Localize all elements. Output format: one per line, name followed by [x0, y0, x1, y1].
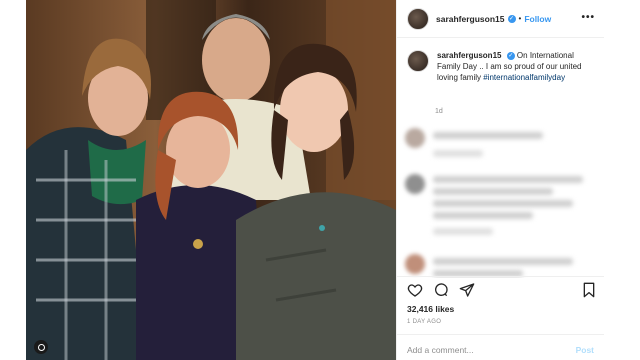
comment-divider: [397, 334, 605, 335]
blurred-avatar: [405, 254, 425, 274]
likes-count[interactable]: 32,416 likes: [407, 304, 454, 314]
blurred-text: [433, 258, 573, 265]
add-comment-input[interactable]: Add a comment...: [407, 345, 474, 355]
verified-badge-icon: ✓: [507, 14, 516, 23]
post-photo[interactable]: [26, 0, 396, 360]
comments-list[interactable]: [397, 122, 605, 278]
right-gutter: [604, 0, 640, 360]
blurred-text: [433, 212, 533, 219]
caption-username[interactable]: sarahferguson15: [437, 51, 501, 60]
share-icon[interactable]: [459, 282, 475, 298]
instagram-glyph-icon: [34, 340, 48, 354]
blurred-avatar: [405, 128, 425, 148]
post-comment-button[interactable]: Post: [576, 345, 594, 355]
bookmark-icon[interactable]: [581, 282, 597, 298]
more-options-icon[interactable]: •••: [581, 12, 595, 23]
comment-icon[interactable]: [433, 282, 449, 298]
family-photo-illustration: [26, 0, 396, 360]
follow-button[interactable]: Follow: [524, 14, 551, 24]
blurred-meta: [433, 228, 493, 235]
blurred-text: [433, 200, 573, 207]
caption-hashtag[interactable]: #internationalfamilyday: [483, 73, 565, 82]
post-sidebar: sarahferguson15 ✓ • Follow ••• sarahferg…: [396, 0, 605, 360]
author-username[interactable]: sarahferguson15: [436, 14, 505, 24]
caption-avatar[interactable]: [407, 50, 429, 72]
blurred-text: [433, 188, 553, 195]
caption-text: sarahferguson15 ✓ On International Famil…: [437, 50, 587, 83]
header-separator: •: [518, 14, 522, 23]
blurred-text: [433, 176, 583, 183]
post-header: sarahferguson15 ✓ • Follow •••: [397, 0, 605, 38]
post-timestamp: 1 DAY AGO: [407, 319, 442, 325]
verified-badge-icon: ✓: [506, 51, 515, 60]
post-caption: sarahferguson15 ✓ On International Famil…: [407, 50, 597, 83]
blurred-avatar: [405, 174, 425, 194]
heart-icon[interactable]: [407, 282, 423, 298]
blurred-text: [433, 132, 543, 139]
blurred-meta: [433, 150, 483, 157]
action-bar: [407, 282, 597, 298]
screenshot-frame: sarahferguson15 ✓ • Follow ••• sarahferg…: [0, 0, 640, 360]
author-avatar[interactable]: [407, 7, 429, 30]
actions-divider: [397, 276, 605, 277]
caption-time: 1d: [435, 108, 443, 115]
left-gutter: [0, 0, 26, 360]
